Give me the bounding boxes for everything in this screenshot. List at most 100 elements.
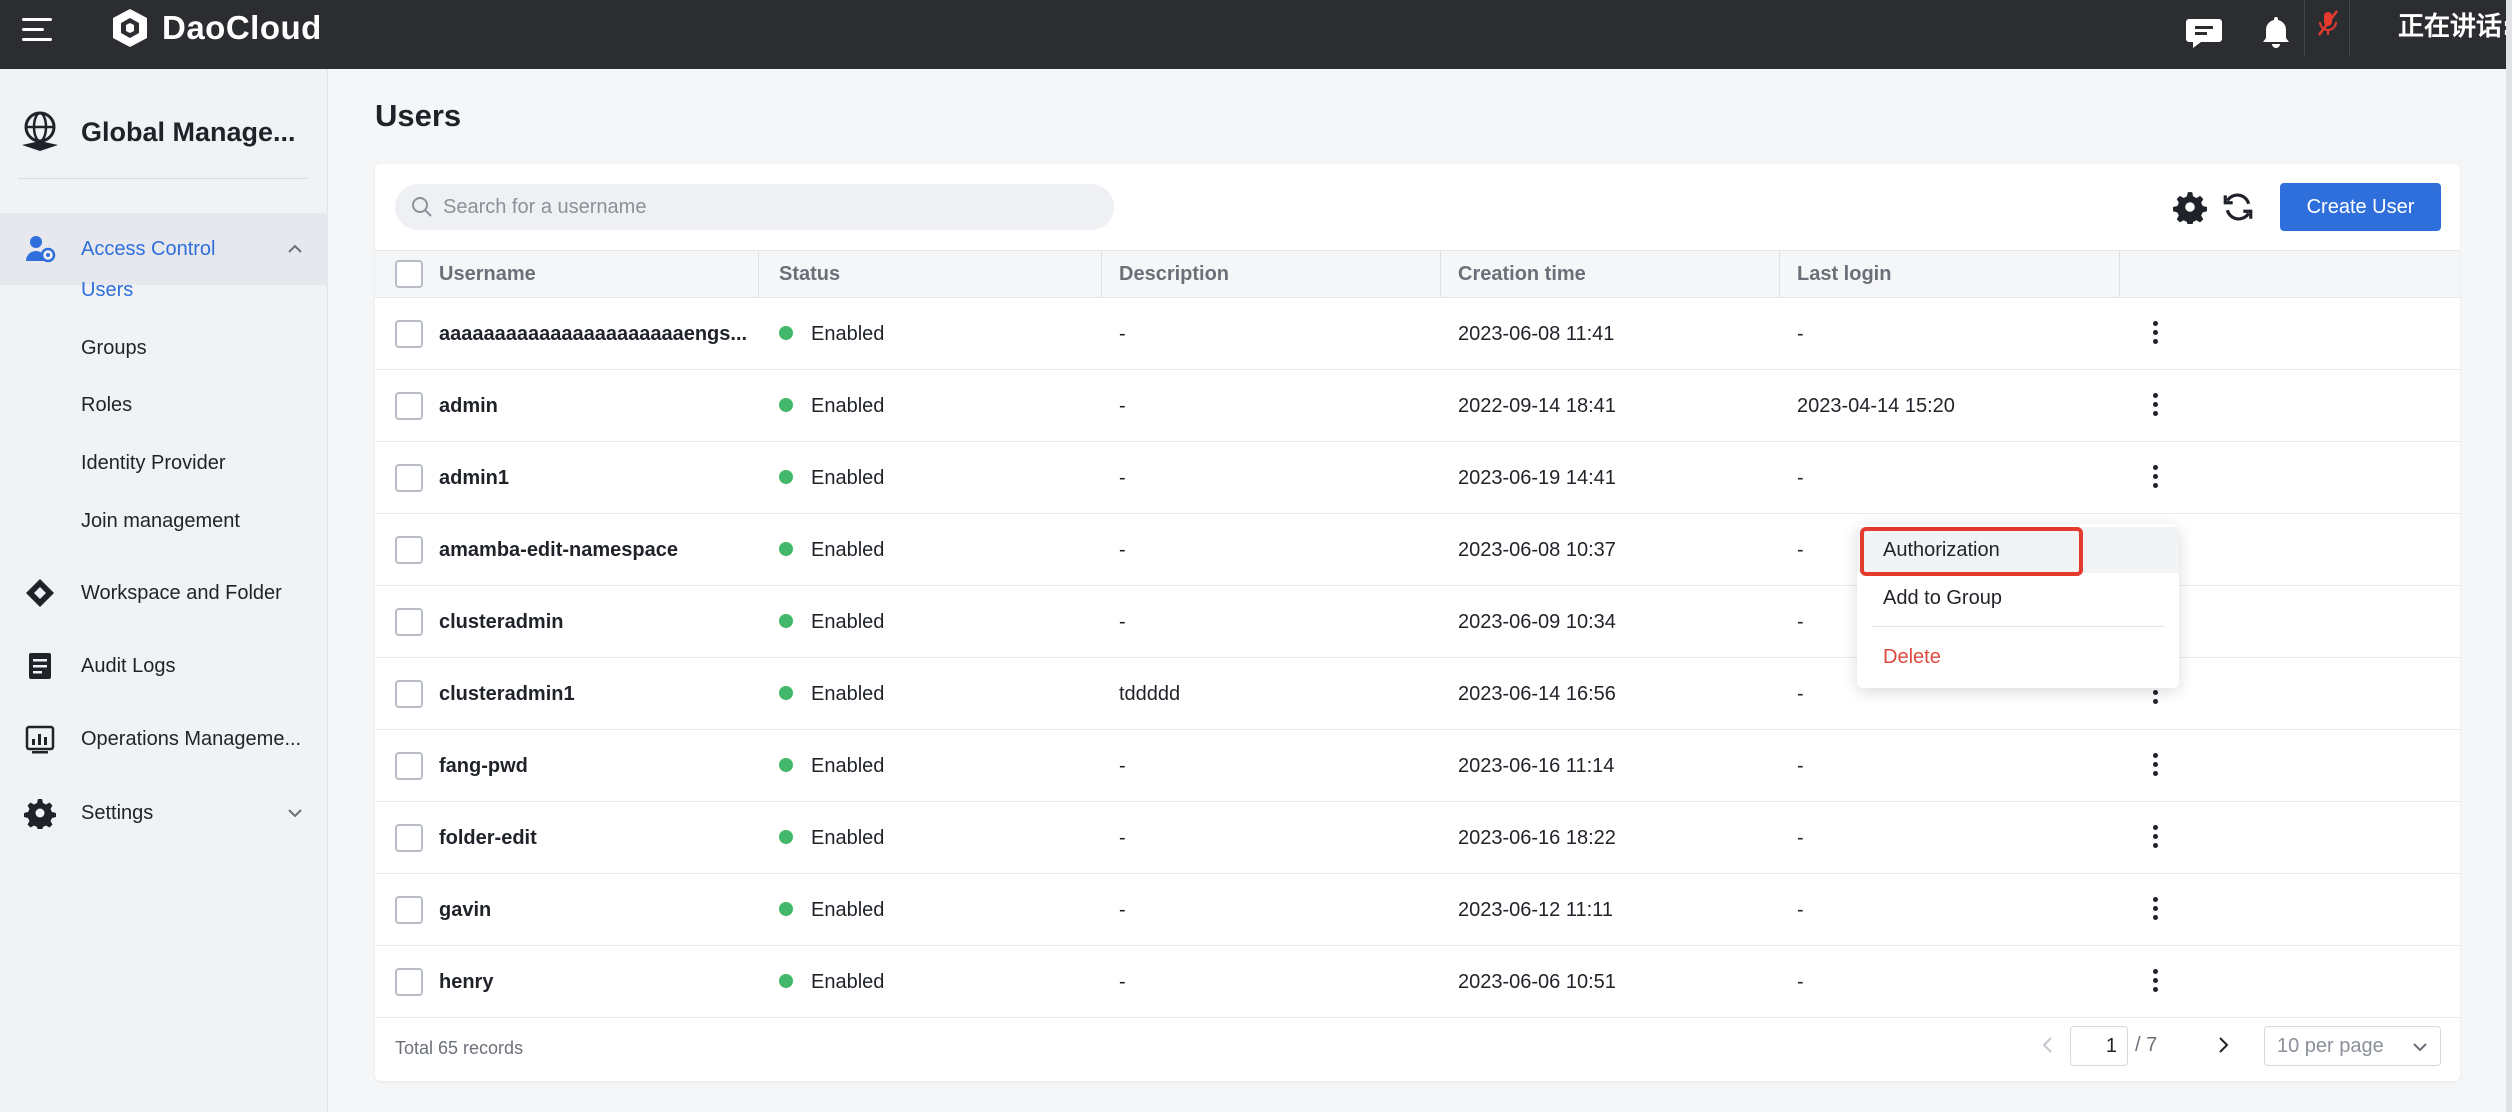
row-checkbox[interactable] <box>395 320 423 348</box>
row-checkbox[interactable] <box>395 680 423 708</box>
search-icon <box>412 197 432 217</box>
message-icon[interactable] <box>2184 12 2224 52</box>
table-row[interactable]: admin1 Enabled - 2023-06-19 14:41 - <box>375 442 2460 514</box>
cell-username[interactable]: henry <box>439 946 493 1018</box>
menu-item-authorization[interactable]: Authorization <box>1857 527 2179 573</box>
cell-username[interactable]: admin <box>439 370 498 442</box>
cell-status: Enabled <box>779 730 884 802</box>
sidebar: Global Manage... Access Control Users Gr… <box>0 69 328 1112</box>
table-row[interactable]: folder-edit Enabled - 2023-06-16 18:22 - <box>375 802 2460 874</box>
more-actions-icon[interactable] <box>2145 894 2165 926</box>
cell-username[interactable]: gavin <box>439 874 491 946</box>
product-switcher[interactable]: Global Manage... <box>0 89 328 173</box>
search-input[interactable] <box>443 184 1103 230</box>
audit-log-icon <box>29 653 51 679</box>
previous-page-icon[interactable] <box>2035 1032 2061 1058</box>
cell-username[interactable]: aaaaaaaaaaaaaaaaaaaaaaengs... <box>439 298 747 370</box>
menu-item-delete[interactable]: Delete <box>1857 634 2179 680</box>
table-row[interactable]: admin Enabled - 2022-09-14 18:41 2023-04-14 … <box>375 370 2460 442</box>
status-label: Enabled <box>811 323 885 345</box>
select-all-checkbox[interactable] <box>395 260 423 288</box>
table-row[interactable]: aaaaaaaaaaaaaaaaaaaaaaengs... Enabled - 202… <box>375 298 2460 370</box>
nav-label-audit-logs: Audit Logs <box>81 655 176 677</box>
hamburger-menu-icon[interactable] <box>22 18 54 50</box>
page-number-input[interactable]: 1 <box>2070 1026 2128 1066</box>
sidebar-item-identity-provider[interactable]: Identity Provider <box>81 452 226 475</box>
search-box[interactable] <box>395 184 1114 230</box>
column-header-creation-time[interactable]: Creation time <box>1458 251 1586 297</box>
status-label: Enabled <box>811 611 885 633</box>
sidebar-item-roles[interactable]: Roles <box>81 394 132 417</box>
row-checkbox[interactable] <box>395 392 423 420</box>
nav-audit-logs[interactable]: Audit Logs <box>0 630 328 702</box>
row-checkbox[interactable] <box>395 608 423 636</box>
globe-icon <box>22 111 58 151</box>
more-actions-icon[interactable] <box>2145 822 2165 854</box>
more-actions-icon[interactable] <box>2145 966 2165 998</box>
cell-last-login: - <box>1797 323 1804 345</box>
cell-username[interactable]: fang-pwd <box>439 730 528 802</box>
column-settings-gear-icon[interactable] <box>2173 190 2207 224</box>
column-header-username[interactable]: Username <box>439 251 536 297</box>
sidebar-item-users[interactable]: Users <box>81 279 133 302</box>
status-dot-icon <box>779 469 793 484</box>
status-label: Enabled <box>811 899 885 921</box>
status-label: Enabled <box>811 395 885 417</box>
cell-last-login: - <box>1797 467 1804 489</box>
cell-username[interactable]: admin1 <box>439 442 509 514</box>
per-page-select[interactable]: 10 per page <box>2264 1026 2441 1066</box>
column-header-last-login[interactable]: Last login <box>1797 251 1891 297</box>
nav-operations-management[interactable]: Operations Manageme... <box>0 703 328 775</box>
menu-item-add-to-group[interactable]: Add to Group <box>1857 575 2179 621</box>
cell-username[interactable]: amamba-edit-namespace <box>439 514 678 586</box>
row-checkbox[interactable] <box>395 824 423 852</box>
cell-last-login: - <box>1797 899 1804 921</box>
top-bar: DaoCloud 正在讲话: <box>0 0 2512 69</box>
nav-access-control[interactable]: Access Control <box>0 213 328 285</box>
cell-description: - <box>1119 323 1126 345</box>
cell-creation-time: 2023-06-08 10:37 <box>1458 539 1616 561</box>
microphone-muted-icon <box>2318 10 2338 36</box>
more-actions-icon[interactable] <box>2145 462 2165 494</box>
cell-status: Enabled <box>779 658 884 730</box>
sidebar-item-groups[interactable]: Groups <box>81 337 147 360</box>
table-row[interactable]: fang-pwd Enabled - 2023-06-16 11:14 - <box>375 730 2460 802</box>
total-records: Total 65 records <box>395 1038 524 1058</box>
microphone-toggle[interactable] <box>2304 0 2350 56</box>
cell-username[interactable]: clusteradmin <box>439 586 563 658</box>
cell-username[interactable]: clusteradmin1 <box>439 658 575 730</box>
column-header-description[interactable]: Description <box>1119 251 1229 297</box>
status-dot-icon <box>779 829 793 844</box>
cell-status: Enabled <box>779 298 884 370</box>
table-row[interactable]: gavin Enabled - 2023-06-12 11:11 - <box>375 874 2460 946</box>
more-actions-icon[interactable] <box>2145 750 2165 782</box>
more-actions-icon[interactable] <box>2145 390 2165 422</box>
cell-last-login: - <box>1797 971 1804 993</box>
nav-settings[interactable]: Settings <box>0 777 328 849</box>
row-checkbox[interactable] <box>395 968 423 996</box>
brand-name: DaoCloud <box>162 9 322 46</box>
cell-status: Enabled <box>779 586 884 658</box>
status-label: Enabled <box>811 467 885 489</box>
cell-description: tddddd <box>1119 683 1181 705</box>
workspace-icon <box>26 579 54 607</box>
more-actions-icon[interactable] <box>2145 318 2165 350</box>
cell-creation-time: 2023-06-19 14:41 <box>1458 467 1616 489</box>
row-checkbox[interactable] <box>395 536 423 564</box>
column-header-status[interactable]: Status <box>779 251 840 297</box>
cell-username[interactable]: folder-edit <box>439 802 537 874</box>
cell-last-login: - <box>1797 611 1804 633</box>
nav-workspace-folder[interactable]: Workspace and Folder <box>0 557 328 629</box>
sidebar-item-join-management[interactable]: Join management <box>81 510 240 533</box>
notification-bell-icon[interactable] <box>2256 12 2296 52</box>
row-checkbox[interactable] <box>395 896 423 924</box>
create-user-button[interactable]: Create User <box>2280 183 2441 231</box>
operations-chart-icon <box>25 725 55 754</box>
table-row[interactable]: henry Enabled - 2023-06-06 10:51 - <box>375 946 2460 1018</box>
next-page-icon[interactable] <box>2210 1032 2236 1058</box>
row-checkbox[interactable] <box>395 752 423 780</box>
sidebar-divider <box>18 178 308 179</box>
row-checkbox[interactable] <box>395 464 423 492</box>
daocloud-logo[interactable]: DaoCloud <box>108 6 322 50</box>
refresh-icon[interactable] <box>2221 190 2255 224</box>
